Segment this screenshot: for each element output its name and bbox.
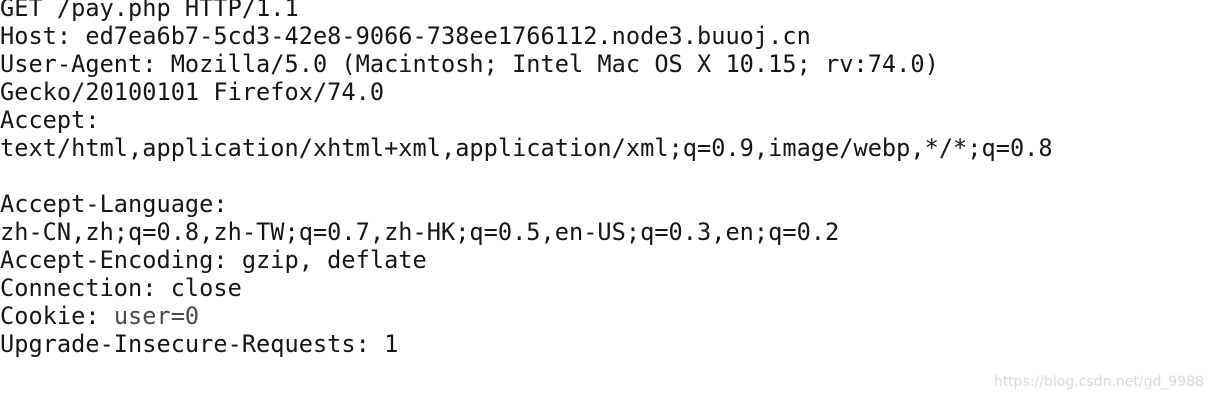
user-agent-header: User-Agent: Mozilla/5.0 (Macintosh; Inte… bbox=[0, 50, 939, 78]
host-header: Host: ed7ea6b7-5cd3-42e8-9066-738ee17661… bbox=[0, 22, 811, 50]
cookie-value: user=0 bbox=[113, 302, 200, 330]
accept-language-header: Accept-Language: bbox=[0, 190, 228, 218]
upgrade-insecure-requests-header: Upgrade-Insecure-Requests: 1 bbox=[0, 330, 399, 358]
connection-header: Connection: close bbox=[0, 274, 242, 302]
cookie-header: Cookie: user=0 bbox=[0, 302, 1200, 330]
http-request-text: GET /pay.php HTTP/1.1 Host: ed7ea6b7-5cd… bbox=[0, 0, 1200, 358]
request-line: GET /pay.php HTTP/1.1 bbox=[0, 0, 299, 22]
cookie-key: Cookie: bbox=[0, 302, 114, 330]
watermark: https://blog.csdn.net/gd_9988 bbox=[993, 374, 1204, 390]
accept-value: text/html,application/xhtml+xml,applicat… bbox=[0, 134, 1053, 162]
accept-language-value: zh-CN,zh;q=0.8,zh-TW;q=0.7,zh-HK;q=0.5,e… bbox=[0, 218, 840, 246]
user-agent-continuation: Gecko/20100101 Firefox/74.0 bbox=[0, 78, 385, 106]
accept-header: Accept: bbox=[0, 106, 100, 134]
accept-encoding-header: Accept-Encoding: gzip, deflate bbox=[0, 246, 427, 274]
